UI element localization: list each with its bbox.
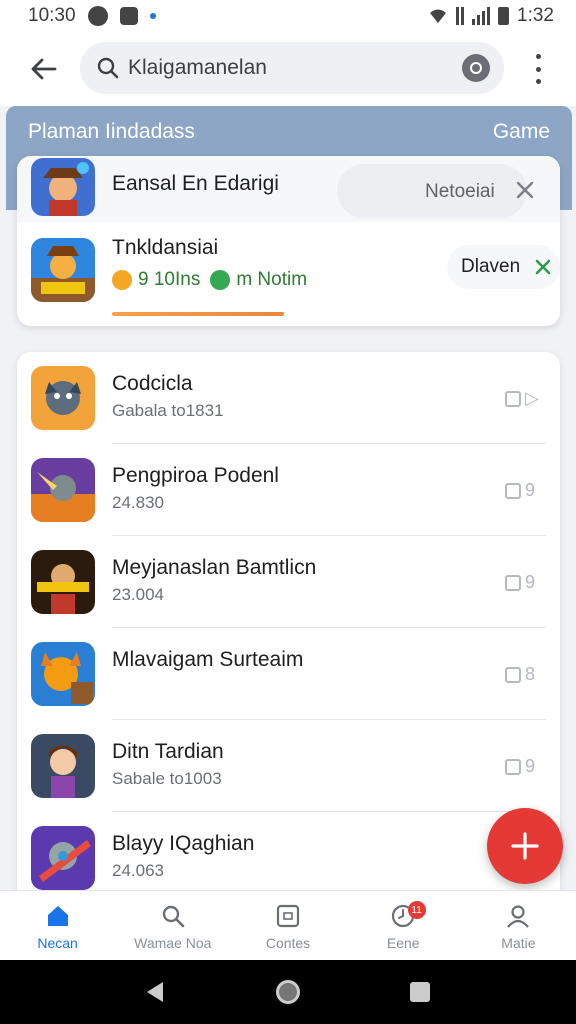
game-name: Blayy IQaghian (112, 832, 255, 855)
checkbox-icon (505, 758, 521, 775)
nav-label: Contes (265, 935, 311, 951)
arrow-left-icon (31, 58, 57, 80)
banner-title: Plaman Iindadass (28, 120, 195, 143)
status-time-right: 1:32 (517, 5, 554, 26)
featured-row-1[interactable]: Eansal En Edarigi Netoeiai (17, 156, 560, 222)
cowboy-game-icon (31, 158, 95, 216)
game-sub: Sabale to1003 (112, 769, 222, 788)
nav-label: Eene (386, 935, 420, 951)
game-sub: 24.063 (112, 861, 164, 880)
list-item[interactable]: Ditn Tardian Sabale to1003 9 (17, 720, 560, 812)
list-item[interactable]: Meyjanaslan Bamtlicn 23.004 9 (17, 536, 560, 628)
mic-icon (470, 62, 482, 74)
nav-label: Wamae Noa (134, 935, 212, 951)
system-recents-button[interactable] (410, 982, 430, 1002)
search-bar[interactable]: Klaigamanelan (80, 42, 504, 94)
checkbox-icon (505, 574, 521, 591)
game-name: Mlavaigam Surteaim (112, 648, 304, 671)
back-button[interactable] (26, 52, 60, 86)
play-icon: ▷ (525, 388, 539, 408)
system-navigation-bar (0, 960, 576, 1024)
close-icon[interactable] (515, 180, 535, 200)
notify-label: Netoeiai (425, 181, 495, 202)
gem-icon (210, 270, 231, 290)
checkbox-icon (505, 390, 521, 407)
notification-dot-icon (149, 13, 156, 19)
search-icon (97, 57, 119, 79)
progress-fill (112, 312, 284, 316)
nav-home[interactable]: Necan (0, 891, 115, 960)
fox-icon (31, 642, 95, 706)
girl-icon (31, 734, 95, 798)
list-item[interactable]: Pengpiroa Podenl 24.830 9 (17, 444, 560, 536)
count-label: 9 (525, 756, 536, 776)
sim-icon (456, 7, 465, 25)
count-label: 9 (525, 480, 536, 500)
add-button[interactable] (487, 808, 563, 884)
driven-label: Dlaven (461, 256, 521, 277)
featured-title-1: Eansal En Edarigi (112, 172, 279, 195)
notification-badge: 11 (407, 901, 426, 919)
list-item[interactable]: Codcicla Gabala to1831 ▷ (17, 352, 560, 444)
adventure-game-icon (31, 238, 95, 302)
list-item[interactable]: Mlavaigam Surteaim 8 (17, 628, 560, 720)
game-name: Meyjanaslan Bamtlicn (112, 556, 317, 579)
checkbox-icon (505, 482, 521, 499)
coins-value: 9 10Ins (138, 269, 201, 290)
game-name: Pengpiroa Podenl (112, 464, 279, 487)
plus-icon (511, 832, 539, 860)
item-control[interactable]: ▷ (505, 388, 539, 409)
app-bar: Klaigamanelan (0, 32, 576, 106)
item-control[interactable]: 9 (505, 480, 535, 501)
game-sub: Gabala to1831 (112, 401, 224, 420)
wifi-icon (430, 9, 447, 23)
dismiss-icon[interactable] (534, 258, 552, 276)
system-back-button[interactable] (145, 980, 165, 1004)
game-sub: 23.004 (112, 585, 164, 604)
nav-label: Necan (37, 935, 78, 951)
progress-bar (112, 312, 284, 316)
item-control[interactable]: 9 (505, 756, 535, 777)
nav-profile[interactable]: Matie (461, 891, 576, 960)
gems-value: m Notim (236, 269, 308, 290)
search-icon (162, 905, 185, 928)
signal-icon (472, 7, 491, 25)
nav-events[interactable]: 11 Eene (346, 891, 461, 960)
featured-title-2: Tnkldansiai (112, 236, 219, 259)
item-control[interactable]: 8 (505, 664, 535, 685)
notify-pill[interactable]: Netoeiai (337, 164, 527, 218)
item-control[interactable]: 9 (505, 572, 535, 593)
status-bar: 10:30 1:32 (0, 0, 576, 32)
game-name: Ditn Tardian (112, 740, 224, 763)
banner-game-link[interactable]: Game (493, 120, 550, 144)
coin-icon (112, 270, 132, 290)
checkbox-icon (505, 666, 521, 683)
nav-contests[interactable]: Contes (230, 891, 345, 960)
featured-card: Eansal En Edarigi Netoeiai Tnkldansiai 9… (17, 156, 560, 326)
count-label: 8 (525, 664, 536, 684)
featured-stats: 9 10Ins m Notim (112, 269, 307, 291)
message-icon (119, 7, 138, 25)
bottom-navigation: Necan Wamae Noa Contes 11 Eene Matie (0, 890, 576, 960)
game-name: Codcicla (112, 372, 193, 395)
battery-icon (498, 7, 510, 25)
warrior-icon (31, 458, 95, 522)
profile-icon (507, 905, 530, 928)
game-sub: 24.830 (112, 493, 164, 512)
system-home-button[interactable] (276, 980, 300, 1004)
box-icon (276, 904, 300, 928)
more-options-button[interactable] (530, 54, 546, 84)
wolf-icon (31, 366, 95, 430)
nav-search[interactable]: Wamae Noa (115, 891, 230, 960)
robot-icon (31, 826, 95, 890)
search-input[interactable]: Klaigamanelan (128, 56, 462, 80)
hero-icon (31, 550, 95, 614)
game-controller-icon (87, 6, 108, 26)
home-icon (47, 906, 68, 926)
game-list: Codcicla Gabala to1831 ▷ Pengpiroa Poden… (17, 352, 560, 912)
count-label: 9 (525, 572, 536, 592)
nav-label: Matie (501, 935, 536, 951)
voice-search-button[interactable] (462, 54, 490, 82)
status-time: 10:30 (28, 5, 76, 26)
